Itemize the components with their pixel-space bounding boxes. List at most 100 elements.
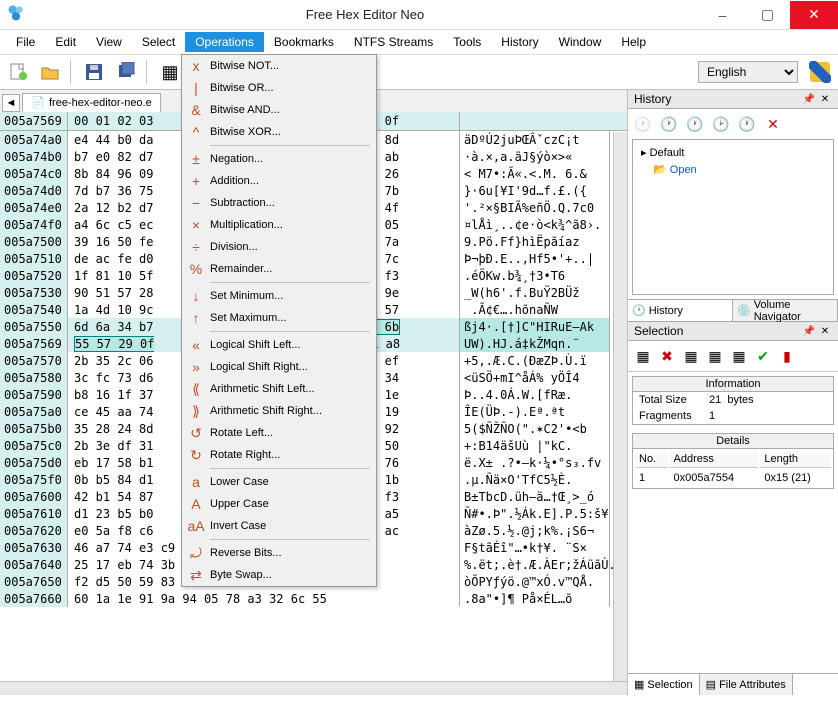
history-branch-icon[interactable]: 🕐	[684, 113, 706, 135]
op-icon: ⟪	[186, 380, 206, 398]
op-set-maximum[interactable]: ↑Set Maximum...	[182, 307, 376, 329]
op-bitwise-and[interactable]: &Bitwise AND...	[182, 99, 376, 121]
addr-cell: 005a7660	[0, 590, 68, 607]
history-del-icon[interactable]: ✕	[762, 113, 784, 135]
history-step-icon[interactable]: 🕐	[658, 113, 680, 135]
menu-file[interactable]: File	[6, 32, 45, 52]
addr-cell: 005a7569	[0, 335, 68, 352]
ascii-cell: Þ¬þÐ.E..,Hf5•'+..|	[460, 250, 610, 267]
ascii-cell: +:B14äšUù |"kC.	[460, 437, 610, 454]
op-byte-swap[interactable]: ⇄Byte Swap...	[182, 564, 376, 586]
op-multiplication[interactable]: ×Multiplication...	[182, 214, 376, 236]
menu-ntfs-streams[interactable]: NTFS Streams	[344, 32, 443, 52]
pin-icon[interactable]: 📌	[802, 324, 816, 338]
tab-file-attributes[interactable]: ▤File Attributes	[700, 674, 793, 695]
ascii-cell: <üSÖ+mI^åÁ% yÖÎ4	[460, 369, 610, 386]
hex-row[interactable]: 005a766060 1a 1e 91 9a 94 05 78 a3 32 6c…	[0, 590, 627, 607]
op-logical-shift-left[interactable]: «Logical Shift Left...	[182, 334, 376, 356]
op-rotate-right[interactable]: ↻Rotate Right...	[182, 444, 376, 466]
ascii-cell: < M7•:Ã«.<.M. 6.&	[460, 165, 610, 182]
history-node-open[interactable]: 📂 Open	[649, 161, 829, 178]
addr-cell: 005a74a0	[0, 131, 68, 148]
op-logical-shift-right[interactable]: »Logical Shift Right...	[182, 356, 376, 378]
menu-operations[interactable]: Operations	[185, 32, 264, 52]
details-row[interactable]: 1 0x005a7554 0x15 (21)	[635, 470, 831, 486]
op-icon: a	[186, 473, 206, 491]
language-select[interactable]: English	[698, 61, 798, 83]
operations-menu: xBitwise NOT...|Bitwise OR...&Bitwise AN…	[181, 54, 377, 587]
op-lower-case[interactable]: aLower Case	[182, 471, 376, 493]
save-icon[interactable]	[80, 58, 108, 86]
close-panel-icon[interactable]: ✕	[818, 92, 832, 106]
op-icon: ↺	[186, 424, 206, 442]
total-size-label: Total Size	[639, 394, 709, 406]
list-icon: ▤	[706, 678, 716, 691]
save-all-icon[interactable]	[112, 58, 140, 86]
op-bitwise-or[interactable]: |Bitwise OR...	[182, 77, 376, 99]
history-save-icon[interactable]: 🕐	[736, 113, 758, 135]
menu-edit[interactable]: Edit	[45, 32, 86, 52]
op-bitwise-not[interactable]: xBitwise NOT...	[182, 55, 376, 77]
history-clear-icon[interactable]: 🕑	[710, 113, 732, 135]
pin-icon[interactable]: 📌	[802, 92, 816, 106]
color-scheme-icon[interactable]	[806, 58, 834, 86]
op-subtraction[interactable]: −Subtraction...	[182, 192, 376, 214]
history-undo-icon[interactable]: 🕐	[632, 113, 654, 135]
op-set-minimum[interactable]: ↓Set Minimum...	[182, 285, 376, 307]
addr-cell: 005a7630	[0, 539, 68, 556]
menu-history[interactable]: History	[491, 32, 548, 52]
tab-prev-icon[interactable]: ◄	[2, 94, 20, 112]
sel-btn[interactable]: ▦	[680, 345, 702, 367]
sel-btn[interactable]: ▮	[776, 345, 798, 367]
sel-ok-icon[interactable]: ✔	[752, 345, 774, 367]
open-file-icon[interactable]	[36, 58, 64, 86]
op-addition[interactable]: +Addition...	[182, 170, 376, 192]
history-node-default[interactable]: ▸ Default	[637, 144, 829, 161]
op-division[interactable]: ÷Division...	[182, 236, 376, 258]
tab-history[interactable]: 🕐History	[628, 300, 733, 321]
addr-cell: 005a7530	[0, 284, 68, 301]
op-arithmetic-shift-right[interactable]: ⟫Arithmetic Shift Right...	[182, 400, 376, 422]
op-remainder[interactable]: %Remainder...	[182, 258, 376, 280]
sel-btn[interactable]: ▦	[728, 345, 750, 367]
selection-details: Details No. Address Length 1 0x005a7554 …	[632, 433, 834, 489]
history-tree[interactable]: ▸ Default 📂 Open	[632, 139, 834, 295]
close-panel-icon[interactable]: ✕	[818, 324, 832, 338]
col-length[interactable]: Length	[760, 451, 831, 468]
op-arithmetic-shift-left[interactable]: ⟪Arithmetic Shift Left...	[182, 378, 376, 400]
op-upper-case[interactable]: AUpper Case	[182, 493, 376, 515]
close-button[interactable]: ✕	[790, 1, 838, 29]
ascii-cell: ë.X± .?•–k·¼•°s₃.fv	[460, 454, 610, 471]
ascii-cell: Ñ#•.Þ".½Ák.E].P.5:š¥	[460, 505, 610, 522]
file-tab[interactable]: 📄 free-hex-editor-neo.e	[22, 93, 161, 112]
tab-selection[interactable]: ▦Selection	[628, 674, 700, 695]
op-icon: «	[186, 336, 206, 354]
op-invert-case[interactable]: aAInvert Case	[182, 515, 376, 537]
ascii-cell: +5,.Æ.C.(ÐæZÞ.Ù.ï	[460, 352, 610, 369]
op-negation[interactable]: ±Negation...	[182, 148, 376, 170]
menu-tools[interactable]: Tools	[443, 32, 491, 52]
sel-btn[interactable]: ▦	[704, 345, 726, 367]
op-bitwise-xor[interactable]: ^Bitwise XOR...	[182, 121, 376, 143]
menu-help[interactable]: Help	[611, 32, 656, 52]
op-rotate-left[interactable]: ↺Rotate Left...	[182, 422, 376, 444]
maximize-button[interactable]: ▢	[745, 1, 790, 29]
new-file-icon[interactable]	[4, 58, 32, 86]
menu-view[interactable]: View	[86, 32, 132, 52]
addr-cell: 005a7620	[0, 522, 68, 539]
op-reverse-bits[interactable]: ⤾Reverse Bits...	[182, 542, 376, 564]
sel-btn[interactable]: ▦	[632, 345, 654, 367]
vertical-scrollbar[interactable]	[613, 132, 627, 681]
menu-bookmarks[interactable]: Bookmarks	[264, 32, 344, 52]
horizontal-scrollbar[interactable]	[0, 681, 627, 695]
menu-window[interactable]: Window	[549, 32, 612, 52]
minimize-button[interactable]: –	[700, 1, 745, 29]
menu-select[interactable]: Select	[132, 32, 185, 52]
col-address[interactable]: Address	[670, 451, 759, 468]
tab-volume-navigator[interactable]: 💿Volume Navigator	[733, 300, 838, 321]
addr-cell: 005a7510	[0, 250, 68, 267]
col-no[interactable]: No.	[635, 451, 668, 468]
op-icon: ↻	[186, 446, 206, 464]
toolbar-btn[interactable]: ▦	[156, 58, 184, 86]
sel-del-icon[interactable]: ✖	[656, 345, 678, 367]
